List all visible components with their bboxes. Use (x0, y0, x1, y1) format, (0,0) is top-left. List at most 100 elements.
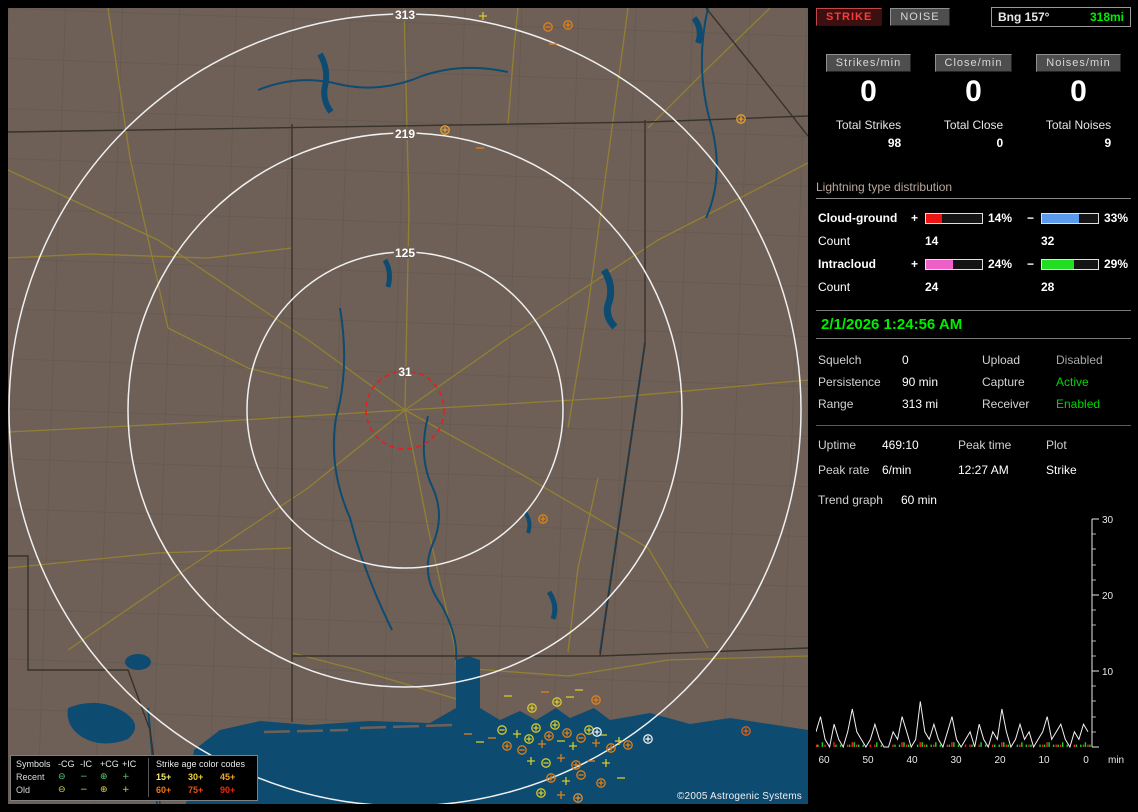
circle-plus-icon: ⊕ (100, 784, 122, 797)
ring-label-125: 125 (395, 246, 415, 260)
strikes-per-min-button[interactable]: Strikes/min (826, 54, 911, 72)
cg-count-label: Count (818, 234, 911, 248)
persistence-label: Persistence (818, 375, 902, 389)
xtick-20: 20 (994, 755, 1006, 766)
peak-time-label: Peak time (958, 438, 1046, 452)
settings-section: Squelch 0 Upload Disabled Persistence 90… (818, 353, 1131, 411)
upload-status: Disabled (1056, 353, 1131, 367)
circle-minus-icon: ⊖ (58, 784, 80, 797)
bearing-display: Bng 157° 318mi (991, 7, 1131, 27)
cg-positive-pct: 14% (983, 211, 1027, 225)
trend-y-labels: 30 20 10 (1102, 515, 1114, 678)
legend-age-header: Strike age color codes (156, 758, 252, 771)
cg-negative-count: 32 (1041, 234, 1099, 248)
legend-age-table: Strike age color codes 15+ 30+ 45+ 60+ 7… (148, 758, 252, 797)
range-value: 313 mi (902, 397, 982, 411)
cg-negative-bar (1041, 213, 1099, 224)
legend-symbols-header: Symbols (16, 758, 58, 771)
uptime-value: 469:10 (882, 438, 958, 452)
circle-minus-icon: ⊖ (58, 771, 80, 784)
ytick-20: 20 (1102, 591, 1114, 602)
xtick-50: 50 (862, 755, 874, 766)
legend-col-pos-cg: +CG (100, 758, 122, 771)
squelch-value: 0 (902, 353, 982, 367)
legend-col-pos-ic: +IC (122, 758, 140, 771)
xtick-0: 0 (1083, 755, 1089, 766)
ic-positive-count: 24 (925, 280, 983, 294)
age-code-45: 45+ (220, 771, 252, 784)
noises-per-min-button[interactable]: Noises/min (1036, 54, 1120, 72)
persistence-value: 90 min (902, 375, 982, 389)
legend-col-neg-ic: -IC (80, 758, 100, 771)
close-per-min-button[interactable]: Close/min (935, 54, 1013, 72)
range-label: Range (818, 397, 902, 411)
uptime-label: Uptime (818, 438, 882, 452)
total-noises-label: Total Noises (1046, 118, 1111, 132)
peak-rate-value: 6/min (882, 463, 958, 477)
minus-icon: − (80, 784, 100, 797)
ytick-30: 30 (1102, 515, 1114, 526)
top-toolbar: STRIKE NOISE Bng 157° 318mi (816, 6, 1131, 28)
bearing-distance: 318mi (1090, 10, 1124, 24)
age-code-90: 90+ (220, 784, 252, 797)
minus-sign: − (1027, 257, 1041, 271)
section-divider (816, 425, 1131, 426)
lightning-map[interactable]: 313 219 125 31 Symbols -CG -IC +CG +IC R… (8, 8, 808, 804)
noise-button[interactable]: NOISE (890, 8, 949, 26)
legend-col-neg-cg: -CG (58, 758, 80, 771)
bearing-value: Bng 157° (998, 10, 1049, 24)
plus-sign: + (911, 257, 925, 271)
datetime-display: 2/1/2026 1:24:56 AM (816, 310, 1131, 339)
cloud-ground-label: Cloud-ground (818, 211, 911, 225)
trend-x-labels: 60 50 40 30 20 10 0 min (818, 755, 1124, 766)
capture-status: Active (1056, 375, 1131, 389)
rates-section: Strikes/min 0 Total Strikes 98 Close/min… (816, 54, 1131, 150)
stats-section: Uptime 469:10 Peak time Plot Peak rate 6… (818, 438, 1131, 477)
plus-icon: + (122, 771, 140, 784)
ring-label-31: 31 (398, 365, 412, 379)
total-strikes-label: Total Strikes (836, 118, 901, 132)
minus-icon: − (80, 771, 100, 784)
close-rate-column: Close/min 0 Total Close 0 (921, 54, 1026, 150)
noises-per-min-value: 0 (1070, 72, 1087, 112)
map-canvas: 313 219 125 31 (8, 8, 808, 804)
strikes-per-min-value: 0 (860, 72, 877, 112)
ytick-10: 10 (1102, 667, 1114, 678)
cg-positive-bar (925, 213, 983, 224)
squelch-label: Squelch (818, 353, 902, 367)
ring-label-313: 313 (395, 8, 415, 22)
legend-symbols-table: Symbols -CG -IC +CG +IC Recent ⊖ − ⊕ + O… (16, 758, 140, 797)
ic-negative-pct: 29% (1099, 257, 1133, 271)
legend-recent-label: Recent (16, 771, 58, 784)
x-unit-label: min (1108, 755, 1124, 766)
cg-positive-count: 14 (925, 234, 983, 248)
ic-count-label: Count (818, 280, 911, 294)
cg-negative-pct: 33% (1099, 211, 1133, 225)
trend-graph-label: Trend graph (818, 493, 883, 507)
ring-label-219: 219 (395, 127, 415, 141)
stormvue-app: 313 219 125 31 Symbols -CG -IC +CG +IC R… (0, 0, 1138, 812)
circle-plus-icon: ⊕ (100, 771, 122, 784)
total-close-label: Total Close (944, 118, 1003, 132)
ic-negative-bar (1041, 259, 1099, 270)
age-code-60: 60+ (156, 784, 188, 797)
total-close-value: 0 (997, 136, 1004, 150)
copyright-text: ©2005 Astrogenic Systems (677, 791, 802, 802)
age-code-30: 30+ (188, 771, 220, 784)
strike-button[interactable]: STRIKE (816, 8, 882, 26)
receiver-status: Enabled (1056, 397, 1131, 411)
xtick-10: 10 (1038, 755, 1050, 766)
noises-rate-column: Noises/min 0 Total Noises 9 (1026, 54, 1131, 150)
minus-sign: − (1027, 211, 1041, 225)
total-noises-value: 9 (1105, 136, 1112, 150)
receiver-label: Receiver (982, 397, 1056, 411)
xtick-30: 30 (950, 755, 962, 766)
peak-rate-label: Peak rate (818, 463, 882, 477)
trend-graph: 30 20 10 60 50 40 30 20 10 0 min (816, 511, 1131, 769)
age-code-15: 15+ (156, 771, 188, 784)
plus-icon: + (122, 784, 140, 797)
xtick-40: 40 (906, 755, 918, 766)
distribution-title: Lightning type distribution (816, 180, 1131, 199)
xtick-60: 60 (818, 755, 830, 766)
ic-positive-pct: 24% (983, 257, 1027, 271)
